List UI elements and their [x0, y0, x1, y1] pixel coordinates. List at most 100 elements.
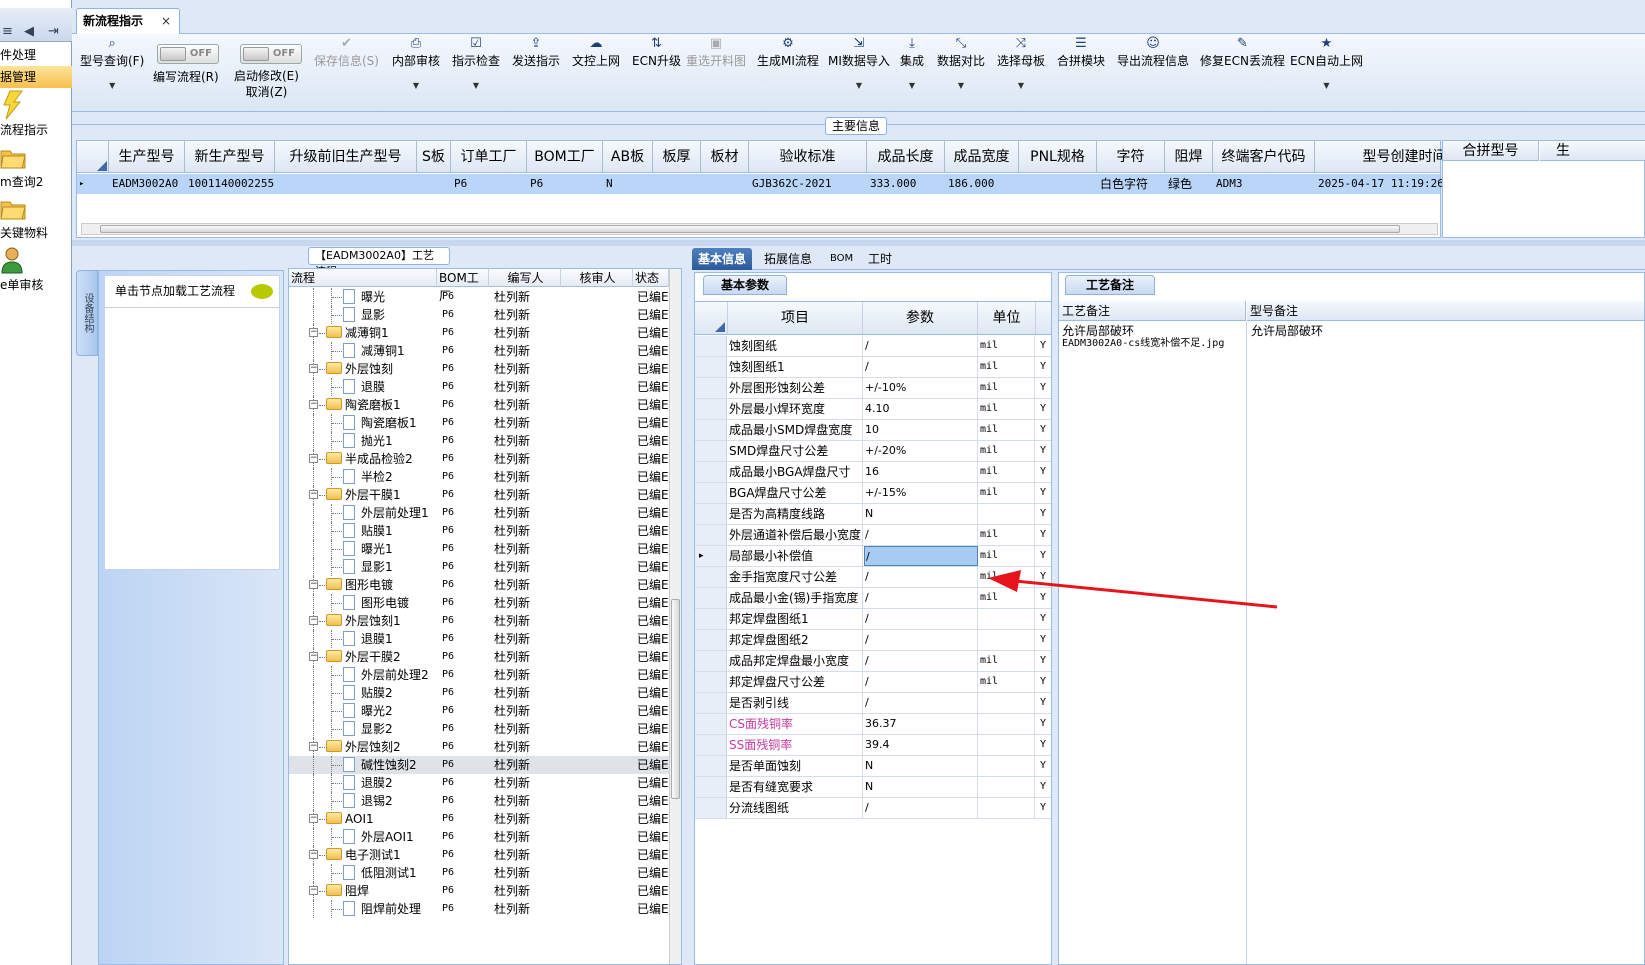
- param-value[interactable]: +/-15%: [864, 483, 978, 503]
- chevron-down-icon[interactable]: ▼: [392, 81, 440, 90]
- tree-row[interactable]: 陶瓷磨板1 P6 杜列新 已编E: [289, 414, 669, 432]
- param-value[interactable]: 10: [864, 420, 978, 440]
- collapse-icon[interactable]: −: [309, 814, 318, 823]
- repair-ecn-flow-button[interactable]: ✎ 修复ECN丢流程: [1200, 36, 1285, 69]
- col-header[interactable]: 字符: [1097, 141, 1165, 173]
- param-row[interactable]: SMD焊盘尺寸公差 +/-20% mil Y: [695, 441, 1051, 462]
- ecn-upgrade-button[interactable]: ⇅ ECN升级: [632, 36, 681, 69]
- tree-row[interactable]: − 外层干膜2 P6 杜列新 已编E: [289, 648, 669, 666]
- param-value[interactable]: /: [864, 693, 978, 713]
- nav-item-m-query2[interactable]: m查询2: [0, 173, 43, 190]
- collapse-icon[interactable]: −: [309, 328, 318, 337]
- export-flow-info-button[interactable]: ☺ 导出流程信息: [1117, 36, 1189, 69]
- col-header[interactable]: PNL规格: [1019, 141, 1097, 173]
- internal-review-button[interactable]: ⎙ 内部审核 ▼: [392, 36, 440, 90]
- tree-row[interactable]: 阻焊前处理 P6 杜列新 已编E: [289, 900, 669, 918]
- tab-basic-params[interactable]: 基本参数: [703, 275, 787, 295]
- param-value[interactable]: /: [864, 651, 978, 671]
- param-value[interactable]: /: [864, 609, 978, 629]
- param-row[interactable]: 邦定焊盘图纸2/ Y: [695, 630, 1051, 651]
- param-value[interactable]: 39.4: [864, 735, 978, 755]
- chevron-down-icon[interactable]: ▼: [997, 81, 1045, 90]
- col-header[interactable]: BOM工厂: [527, 141, 603, 173]
- tree-row[interactable]: − 半成品检验2 P6 杜列新 已编E: [289, 450, 669, 468]
- model-note-text[interactable]: 允许局部破环: [1251, 325, 1323, 337]
- user-icon[interactable]: [0, 246, 28, 274]
- nav-item-flow-instruction[interactable]: 流程指示: [0, 121, 48, 138]
- collapse-icon[interactable]: −: [309, 850, 318, 859]
- mi-data-import-button[interactable]: ⇲ MI数据导入 ▼: [828, 36, 890, 90]
- tree-row[interactable]: 退膜 P6 杜列新 已编E: [289, 378, 669, 396]
- tree-row[interactable]: 曝光1 P6 杜列新 已编E: [289, 540, 669, 558]
- param-value[interactable]: N: [864, 777, 978, 797]
- chevron-down-icon[interactable]: ▼: [80, 81, 144, 90]
- nav-item-doc-processing[interactable]: 件处理: [0, 44, 72, 66]
- horizontal-scrollbar[interactable]: [81, 223, 1438, 235]
- param-value[interactable]: 4.10: [864, 399, 978, 419]
- nav-item-order-review[interactable]: e单审核: [0, 276, 43, 293]
- table-cell[interactable]: ADM3: [1216, 174, 1314, 194]
- table-cell[interactable]: GJB362C-2021: [752, 174, 866, 194]
- write-flow-toggle[interactable]: OFF: [157, 44, 219, 64]
- tree-row[interactable]: 减薄铜1 P6 杜列新 已编E: [289, 342, 669, 360]
- table-cell[interactable]: 186.000: [948, 174, 1018, 194]
- param-value[interactable]: /: [864, 672, 978, 692]
- col-header[interactable]: AB板: [603, 141, 653, 173]
- table-row[interactable]: ▸ EADM3002A0 10011400022559 P6 P6 N GJB362C-2…: [77, 174, 1444, 194]
- collapse-icon[interactable]: −: [309, 886, 318, 895]
- vertical-scrollbar[interactable]: [669, 269, 681, 964]
- param-value[interactable]: 36.37: [864, 714, 978, 734]
- tree-row[interactable]: − 外层蚀刻1 P6 杜列新 已编E: [289, 612, 669, 630]
- param-value[interactable]: /: [864, 546, 978, 566]
- tree-row[interactable]: 外层AOI1 P6 杜列新 已编E: [289, 828, 669, 846]
- param-value[interactable]: +/-10%: [864, 378, 978, 398]
- col-param[interactable]: 参数: [863, 302, 978, 334]
- table-cell[interactable]: [420, 174, 450, 194]
- param-value[interactable]: /: [864, 588, 978, 608]
- table-cell[interactable]: [656, 174, 700, 194]
- process-note-line2[interactable]: EADM3002A0-cs线宽补偿不足.jpg: [1062, 338, 1224, 350]
- param-row[interactable]: 分流线图纸 / Y: [695, 798, 1051, 819]
- tab-process-notes[interactable]: 工艺备注: [1065, 275, 1155, 295]
- nav-item-data-management[interactable]: 据管理: [0, 66, 72, 88]
- generate-mi-flow-button[interactable]: ⚙ 生成MI流程: [757, 36, 819, 69]
- param-row[interactable]: 成品邦定焊盘最小宽度 / mil Y: [695, 651, 1051, 672]
- tree-row[interactable]: 显影2 P6 杜列新 已编E: [289, 720, 669, 738]
- param-value[interactable]: N: [864, 756, 978, 776]
- table-cell[interactable]: 10011400022559: [188, 174, 274, 194]
- tree-row[interactable]: − 阻焊 P6 杜列新 已编E: [289, 882, 669, 900]
- col-header[interactable]: 板厚: [653, 141, 701, 173]
- col-bom-factory[interactable]: BOM工厂: [437, 269, 489, 303]
- param-value[interactable]: /: [864, 798, 978, 818]
- folder-icon[interactable]: [0, 146, 28, 172]
- tree-row[interactable]: − 电子测试1 P6 杜列新 已编E: [289, 846, 669, 864]
- tree-row[interactable]: 半检2 P6 杜列新 已编E: [289, 468, 669, 486]
- chevron-down-icon[interactable]: ▼: [828, 81, 890, 90]
- ecn-auto-online-button[interactable]: ★ ECN自动上网 ▼: [1290, 36, 1363, 90]
- nav-back-icon[interactable]: ◀: [24, 24, 34, 39]
- param-value[interactable]: /: [864, 525, 978, 545]
- param-value[interactable]: +/-20%: [864, 441, 978, 461]
- param-row[interactable]: 蚀刻图纸 / mil Y: [695, 336, 1051, 357]
- col-reviewer[interactable]: 核审人: [561, 269, 633, 287]
- tree-row[interactable]: 外层前处理2 P6 杜列新 已编E: [289, 666, 669, 684]
- param-row[interactable]: 成品最小BGA焊盘尺寸 16 mil Y: [695, 462, 1051, 483]
- table-cell[interactable]: 白色字符: [1100, 174, 1164, 194]
- tree-row[interactable]: 贴膜2 P6 杜列新 已编E: [289, 684, 669, 702]
- collapse-icon[interactable]: −: [309, 580, 318, 589]
- param-value[interactable]: /: [864, 336, 978, 356]
- tree-row[interactable]: 低阻测试1 P6 杜列新 已编E: [289, 864, 669, 882]
- horizontal-splitter[interactable]: [72, 240, 1645, 246]
- col-flow[interactable]: 流程: [289, 269, 437, 287]
- collapse-icon[interactable]: −: [309, 652, 318, 661]
- table-cell[interactable]: [704, 174, 748, 194]
- col-header[interactable]: 新生产型号: [185, 141, 275, 173]
- model-query-button[interactable]: ⌕ 型号查询(F) ▼: [80, 36, 144, 90]
- param-row[interactable]: BGA焊盘尺寸公差 +/-15% mil Y: [695, 483, 1051, 504]
- nav-menu-icon[interactable]: ≡: [2, 24, 13, 39]
- cancel-label[interactable]: 取消(Z): [246, 85, 288, 99]
- param-row[interactable]: 外层通道补偿后最小宽度 / mil Y: [695, 525, 1051, 546]
- table-cell[interactable]: [278, 174, 416, 194]
- doc-control-online-button[interactable]: ☁ 文控上网: [572, 36, 620, 69]
- collapse-icon[interactable]: −: [309, 616, 318, 625]
